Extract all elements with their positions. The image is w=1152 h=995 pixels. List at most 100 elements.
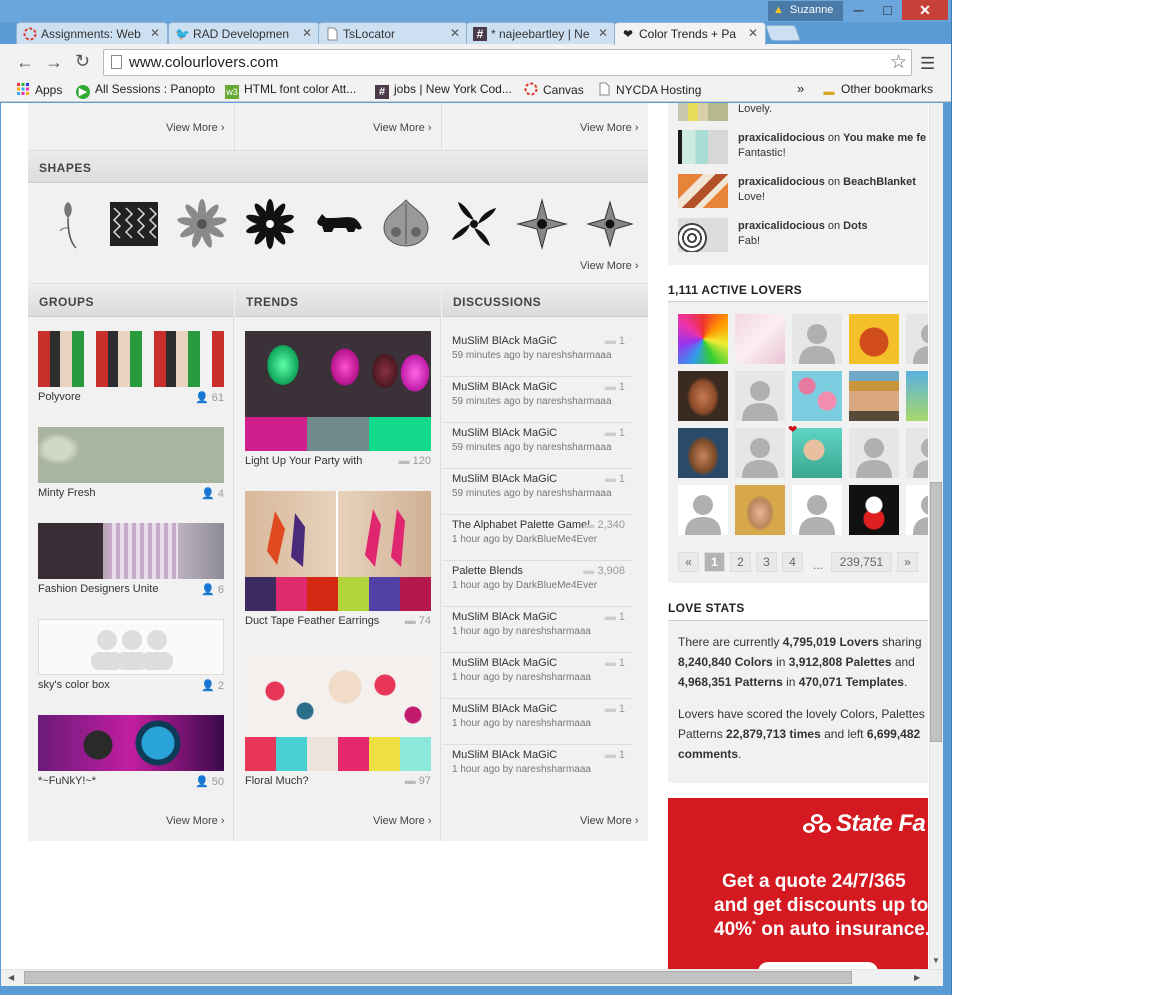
scroll-right-arrow-icon[interactable]: ▶ <box>914 973 920 982</box>
lover-avatar[interactable] <box>906 428 928 478</box>
trends-view-more-link[interactable]: View More › <box>373 815 431 827</box>
trend-title[interactable]: Light Up Your Party with <box>245 455 362 467</box>
discussion-item[interactable]: MuSliM BlAck MaGiC 1 hour ago by nareshsh… <box>442 653 633 699</box>
shapes-view-more-link[interactable]: View More › <box>580 260 638 272</box>
group-title[interactable]: Fashion Designers Unite <box>38 583 158 595</box>
lover-avatar[interactable] <box>849 371 899 421</box>
activity-palette[interactable] <box>678 103 728 121</box>
lover-avatar[interactable] <box>735 485 785 535</box>
activity-user[interactable]: praxicalidocious <box>738 220 825 232</box>
tab-tslocator[interactable]: TsLocator ✕ <box>318 22 468 45</box>
lover-avatar[interactable] <box>792 428 842 478</box>
discussion-title[interactable]: Palette Blends <box>452 565 523 577</box>
discussion-item[interactable]: MuSliM BlAck MaGiC 59 minutes ago by nare… <box>442 331 633 377</box>
lover-avatar[interactable] <box>678 485 728 535</box>
lover-avatar[interactable] <box>849 314 899 364</box>
tab-close-icon[interactable]: ✕ <box>598 26 608 40</box>
other-bookmarks-folder[interactable]: ▬ Other bookmarks <box>822 82 934 99</box>
lover-avatar[interactable] <box>792 485 842 535</box>
lover-avatar[interactable] <box>849 428 899 478</box>
activity-palette[interactable] <box>678 174 728 208</box>
lover-avatar[interactable] <box>735 371 785 421</box>
discussions-view-more-link[interactable]: View More › <box>580 815 638 827</box>
lover-avatar[interactable] <box>849 485 899 535</box>
bookmark-panopto[interactable]: ▶ All Sessions : Panopto <box>76 82 215 99</box>
address-bar[interactable]: www.colourlovers.com ☆ <box>103 49 912 76</box>
new-tab-button[interactable] <box>765 25 801 41</box>
lover-avatar[interactable] <box>678 371 728 421</box>
discussion-item[interactable]: MuSliM BlAck MaGiC 59 minutes ago by nare… <box>442 469 633 515</box>
scroll-down-arrow-icon[interactable]: ▼ <box>932 956 940 965</box>
discussion-title[interactable]: MuSliM BlAck MaGiC <box>452 749 557 761</box>
discussion-item[interactable]: MuSliM BlAck MaGiC 59 minutes ago by nare… <box>442 377 633 423</box>
forward-arrow-icon[interactable]: → <box>45 53 63 71</box>
view-more-link[interactable]: View More › <box>580 122 638 134</box>
shape-star-compass[interactable] <box>514 196 570 252</box>
trend-item-floral[interactable] <box>245 651 431 771</box>
group-title[interactable]: sky's color box <box>38 679 110 691</box>
tab-najeebartley[interactable]: # * najeebartley | Ne ✕ <box>466 22 616 45</box>
group-thumbnail[interactable] <box>38 715 224 771</box>
groups-view-more-link[interactable]: View More › <box>166 815 224 827</box>
lover-avatar[interactable] <box>792 371 842 421</box>
lover-avatar[interactable] <box>792 314 842 364</box>
tab-close-icon[interactable]: ✕ <box>450 26 460 40</box>
tab-close-icon[interactable]: ✕ <box>302 26 312 40</box>
group-thumbnail[interactable] <box>38 523 224 579</box>
horizontal-scrollbar-thumb[interactable] <box>24 971 852 984</box>
discussion-title[interactable]: MuSliM BlAck MaGiC <box>452 473 557 485</box>
profile-badge[interactable]: ▲ Suzanne <box>768 1 843 21</box>
group-thumbnail[interactable] <box>38 331 224 387</box>
bookmarks-overflow-button[interactable]: » <box>797 81 804 96</box>
tab-close-icon[interactable]: ✕ <box>748 26 758 40</box>
discussion-title[interactable]: MuSliM BlAck MaGiC <box>452 703 557 715</box>
group-title[interactable]: Minty Fresh <box>38 487 95 499</box>
bookmark-apps[interactable]: Apps <box>16 82 62 97</box>
activity-palette[interactable] <box>678 130 728 164</box>
advertisement-banner[interactable]: State Fa Get a quote 24/7/365 and get di… <box>668 798 928 969</box>
address-url[interactable]: www.colourlovers.com <box>129 54 278 71</box>
group-thumbnail[interactable] <box>38 427 224 483</box>
tab-assignments[interactable]: Assignments: Web ✕ <box>16 22 168 45</box>
lover-avatar[interactable] <box>735 314 785 364</box>
lover-avatar[interactable] <box>906 371 928 421</box>
lover-avatar[interactable] <box>735 428 785 478</box>
back-arrow-icon[interactable]: ← <box>16 53 34 71</box>
discussion-title[interactable]: MuSliM BlAck MaGiC <box>452 335 557 347</box>
lover-avatar[interactable] <box>678 314 728 364</box>
group-title[interactable]: Polyvore <box>38 391 81 403</box>
discussion-item[interactable]: MuSliM BlAck MaGiC 1 hour ago by nareshsh… <box>442 607 633 653</box>
group-title[interactable]: *~FuNkY!~* <box>38 775 96 787</box>
discussion-title[interactable]: MuSliM BlAck MaGiC <box>452 381 557 393</box>
discussion-item[interactable]: MuSliM BlAck MaGiC 59 minutes ago by nare… <box>442 423 633 469</box>
bookmark-nycda-hosting[interactable]: NYCDA Hosting <box>597 82 701 97</box>
pagination-last-page[interactable]: 239,751 <box>831 552 892 572</box>
discussion-title[interactable]: MuSliM BlAck MaGiC <box>452 611 557 623</box>
shape-pattern-square[interactable] <box>106 196 162 252</box>
lover-avatar[interactable] <box>906 314 928 364</box>
shape-rose[interactable] <box>42 196 98 252</box>
tab-close-icon[interactable]: ✕ <box>150 26 160 40</box>
pagination-next[interactable]: » <box>897 552 918 572</box>
maximize-button[interactable]: □ <box>873 0 902 20</box>
bookmark-html-font-color[interactable]: w3 HTML font color Att... <box>225 82 356 99</box>
pagination-prev[interactable]: « <box>678 552 699 572</box>
scroll-left-arrow-icon[interactable]: ◀ <box>8 973 14 982</box>
activity-target[interactable]: Dots <box>843 220 867 232</box>
menu-icon[interactable]: ☰ <box>920 54 935 74</box>
pagination-page[interactable]: 4 <box>782 552 803 572</box>
trend-item-balloons[interactable] <box>245 331 431 451</box>
minimize-button[interactable]: ─ <box>844 0 873 20</box>
ad-cta-button[interactable] <box>758 962 878 969</box>
view-more-link[interactable]: View More › <box>166 122 224 134</box>
activity-target[interactable]: BeachBlanket <box>843 176 916 188</box>
discussion-title[interactable]: The Alphabet Palette Game! <box>452 519 590 531</box>
activity-user[interactable]: praxicalidocious <box>738 176 825 188</box>
close-window-button[interactable]: ✕ <box>902 0 948 20</box>
activity-target[interactable]: You make me fe <box>843 132 926 144</box>
shape-cat[interactable] <box>310 196 366 252</box>
vertical-scrollbar-thumb[interactable] <box>930 482 942 742</box>
tab-rad-development[interactable]: 🐦 RAD Developmen ✕ <box>168 22 320 45</box>
shape-daisy-gray[interactable] <box>174 196 230 252</box>
lover-avatar[interactable] <box>906 485 928 535</box>
